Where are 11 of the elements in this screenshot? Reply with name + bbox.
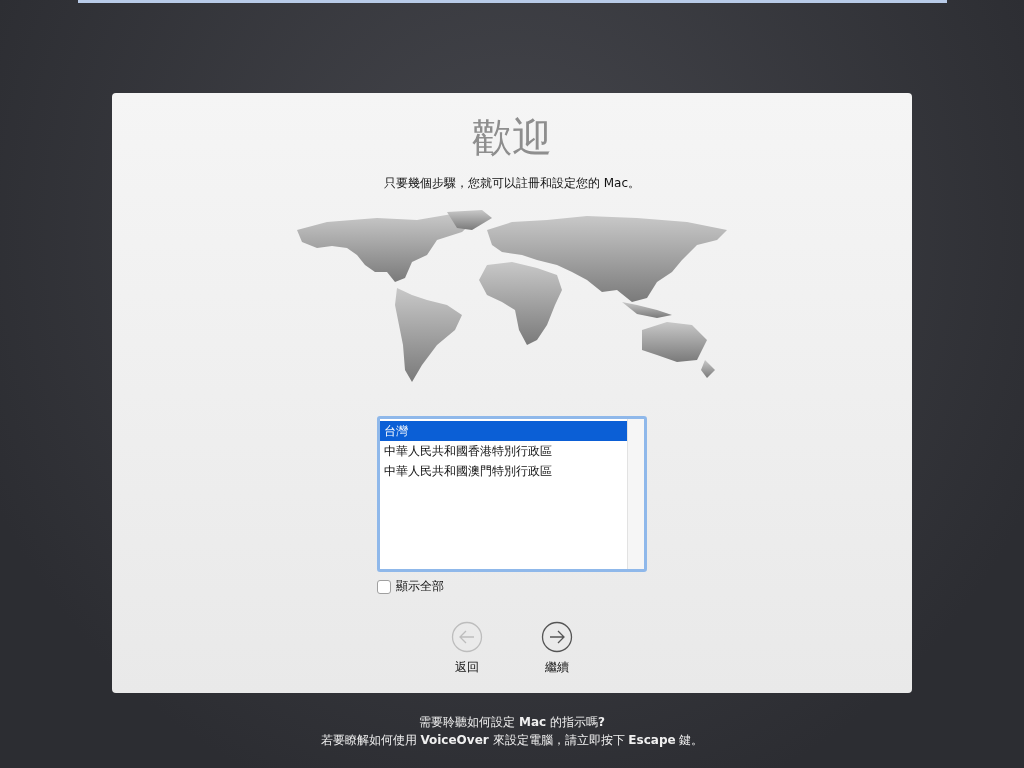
country-list-item[interactable]: 中華人民共和國澳門特別行政區 [380,461,627,481]
voiceover-hint-text: 需要聆聽如何設定 Mac 的指示嗎? [418,714,606,731]
welcome-title: 歡迎 [472,113,552,162]
continue-button[interactable]: 繼續 [545,659,569,676]
country-list-item[interactable]: 台灣 [380,421,627,441]
show-all-label[interactable]: 顯示全部 [396,578,444,595]
country-list-item[interactable]: 中華人民共和國香港特別行政區 [380,441,627,461]
voiceover-hint-text: 若要瞭解如何使用 VoiceOver 來設定電腦，請立即按下 Escape 鍵。 [320,732,704,749]
show-all-checkbox[interactable] [377,579,391,594]
country-list[interactable]: 台灣 中華人民共和國香港特別行政區 中華人民共和國澳門特別行政區 [377,416,647,572]
subtitle-text: 只要幾個步驟，您就可以註冊和設定您的 Mac。 [383,175,641,192]
